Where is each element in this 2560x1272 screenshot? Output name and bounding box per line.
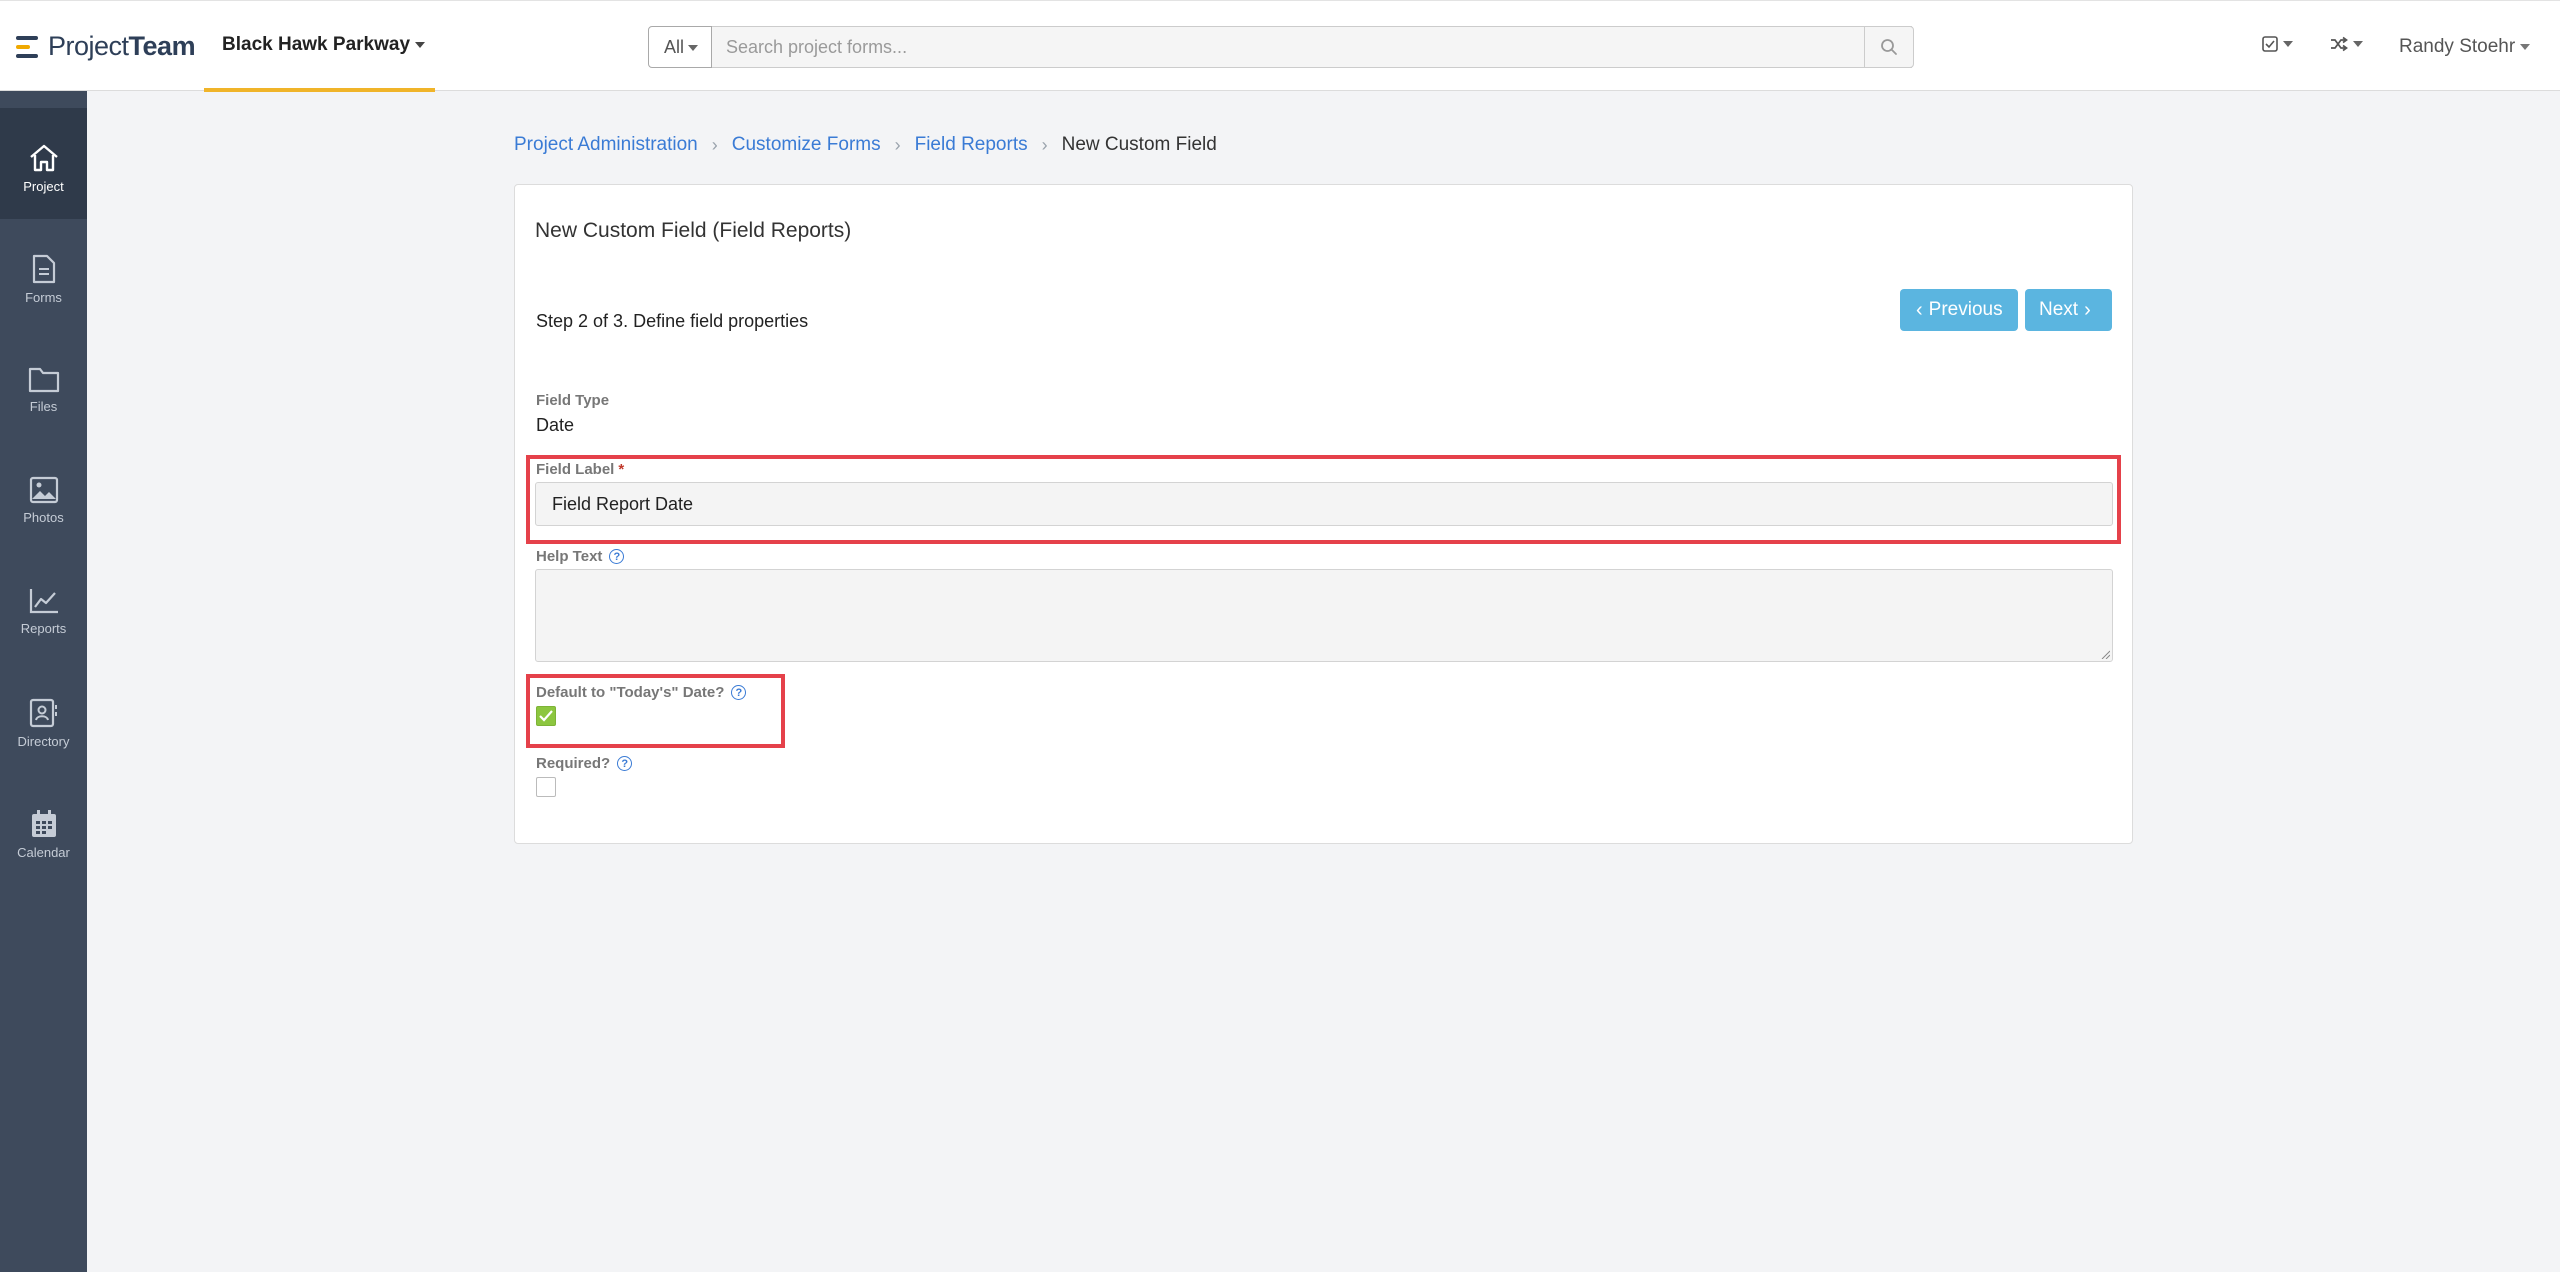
image-icon [29, 476, 58, 504]
help-text-label: Help Text? [536, 548, 625, 565]
contact-book-icon [29, 698, 57, 728]
caret-down-icon [2520, 43, 2531, 50]
search-scope-dropdown[interactable]: All [648, 26, 712, 68]
highlight-box-default-today [526, 674, 785, 748]
user-menu[interactable]: Randy Stoehr [2399, 36, 2531, 58]
breadcrumb-current: New Custom Field [1061, 134, 1217, 155]
breadcrumb-project-administration[interactable]: Project Administration [514, 134, 698, 156]
document-icon [32, 254, 55, 284]
breadcrumb-field-reports[interactable]: Field Reports [915, 134, 1028, 156]
next-button[interactable]: Next › [2025, 289, 2112, 331]
required-label: Required?? [536, 755, 633, 772]
checkbox-icon [2262, 36, 2278, 52]
caret-down-icon [415, 41, 426, 48]
project-switcher[interactable]: Black Hawk Parkway [204, 1, 435, 92]
sidebar-item-calendar[interactable]: Calendar [0, 774, 87, 885]
chevron-left-icon: ‹ [1916, 298, 1923, 321]
sidebar-item-project[interactable]: Project [0, 108, 87, 219]
help-text-textarea[interactable] [535, 569, 2113, 662]
sidebar-item-files[interactable]: Files [0, 330, 87, 441]
logo-icon [16, 35, 42, 58]
sidebar: Project Forms Files Photos Reports Direc… [0, 91, 87, 1272]
required-checkbox[interactable] [536, 777, 556, 797]
search-icon [1881, 39, 1897, 55]
shuffle-icon [2331, 36, 2348, 52]
top-bar: ProjectTeam Black Hawk Parkway All Randy… [0, 0, 2560, 92]
calendar-icon [31, 810, 56, 837]
chart-icon [29, 589, 58, 614]
help-icon[interactable]: ? [609, 549, 625, 564]
projectteam-logo[interactable]: ProjectTeam [16, 31, 196, 62]
home-icon [29, 144, 58, 172]
breadcrumb-customize-forms[interactable]: Customize Forms [732, 134, 881, 156]
project-name: Black Hawk Parkway [222, 34, 411, 55]
search-input[interactable] [712, 26, 1912, 68]
chevron-right-icon: › [894, 134, 901, 155]
breadcrumb: Project Administration › Customize Forms… [514, 134, 1217, 156]
highlight-box-field-label [526, 455, 2121, 544]
previous-button[interactable]: ‹ Previous [1900, 289, 2018, 331]
folder-icon [28, 367, 59, 393]
step-indicator: Step 2 of 3. Define field properties [536, 311, 809, 331]
search-bar: All [648, 26, 1914, 68]
sidebar-item-directory[interactable]: Directory [0, 663, 87, 774]
search-button[interactable] [1864, 26, 1914, 68]
tasks-dropdown[interactable] [2262, 36, 2293, 52]
chevron-right-icon: › [1041, 134, 1048, 155]
sidebar-item-reports[interactable]: Reports [0, 552, 87, 663]
chevron-right-icon: › [711, 134, 718, 155]
caret-down-icon [688, 45, 699, 52]
field-type-value: Date [536, 415, 575, 435]
help-icon[interactable]: ? [617, 756, 633, 771]
resize-grip-icon[interactable] [2100, 649, 2110, 659]
switch-project-dropdown[interactable] [2330, 36, 2363, 52]
page-title: New Custom Field (Field Reports) [535, 219, 852, 242]
custom-field-card: New Custom Field (Field Reports) Step 2 … [514, 184, 2133, 844]
chevron-right-icon: › [2084, 298, 2091, 321]
sidebar-item-forms[interactable]: Forms [0, 219, 87, 330]
field-type-label: Field Type [536, 392, 610, 409]
sidebar-item-photos[interactable]: Photos [0, 441, 87, 552]
logo-text: ProjectTeam [48, 31, 196, 61]
